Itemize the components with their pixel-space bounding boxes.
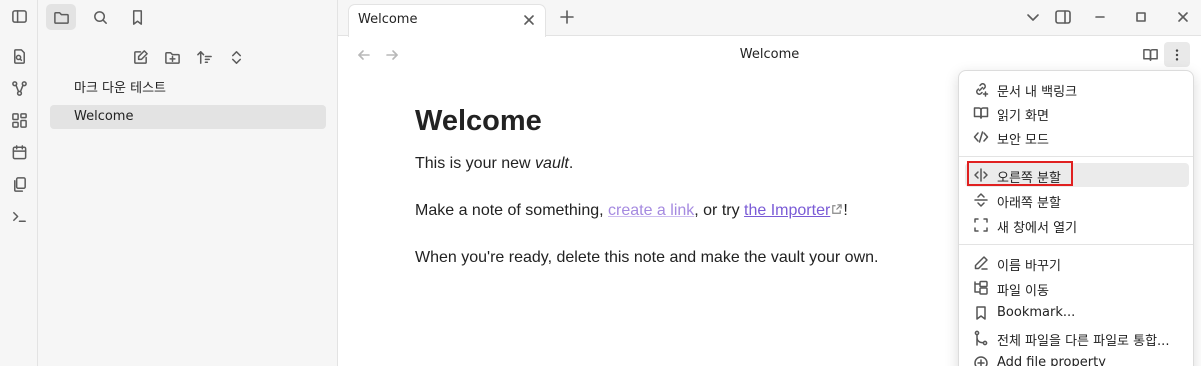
menu-item-split-down[interactable]: 아래쪽 분할 <box>965 188 1189 212</box>
view-title[interactable]: Welcome <box>338 47 1201 62</box>
menu-item-rename[interactable]: 이름 바꾸기 <box>965 251 1189 275</box>
view-header: Welcome <box>338 37 1201 71</box>
maximize-icon[interactable] <box>1132 8 1150 26</box>
new-note-icon <box>133 49 148 64</box>
tab-welcome[interactable]: Welcome <box>348 4 546 37</box>
new-note-button[interactable] <box>128 45 152 69</box>
menu-item-backlinks[interactable]: 문서 내 백링크 <box>965 77 1189 101</box>
menu-item-open-new-window[interactable]: 새 창에서 열기 <box>965 213 1189 237</box>
menu-item-bookmark[interactable]: Bookmark... <box>965 301 1189 325</box>
minimize-icon[interactable] <box>1091 8 1109 26</box>
files-tab-button[interactable] <box>46 4 76 30</box>
new-tab-icon[interactable] <box>558 8 576 26</box>
chevrons-up-down-icon <box>231 50 241 64</box>
menu-item-label: 전체 파일을 다른 파일로 통합... <box>997 334 1170 349</box>
backlinks-icon <box>973 81 989 97</box>
menu-item-label: Add file property <box>997 355 1106 366</box>
merge-icon <box>973 330 989 346</box>
move-file-icon <box>973 280 989 296</box>
tab-title: Welcome <box>358 12 418 27</box>
open-quick-switcher-icon[interactable] <box>7 44 31 68</box>
search-tab-button[interactable] <box>85 4 115 30</box>
book-open-icon[interactable] <box>1142 46 1159 63</box>
sort-icon <box>196 50 212 64</box>
file-explorer-panel: 마크 다운 테스트 Welcome <box>38 0 338 366</box>
emphasis-text: vault <box>535 155 569 172</box>
paragraph-text: ! <box>843 202 848 219</box>
file-explorer-actions <box>38 44 338 70</box>
book-open-icon <box>973 105 989 121</box>
menu-item-reading-view[interactable]: 읽기 화면 <box>965 101 1189 125</box>
window-close-icon[interactable] <box>1174 8 1192 26</box>
external-link-icon <box>832 204 843 214</box>
folder-icon <box>53 11 69 24</box>
graph-view-icon[interactable] <box>7 76 31 100</box>
search-icon <box>93 10 107 24</box>
paragraph-text: , or try <box>694 202 745 219</box>
external-link[interactable]: the Importer <box>744 202 830 219</box>
internal-link[interactable]: create a link <box>608 202 694 219</box>
menu-separator <box>959 244 1193 245</box>
more-vertical-icon <box>1175 48 1179 61</box>
menu-item-label: 문서 내 백링크 <box>997 85 1078 100</box>
menu-item-label: 파일 이동 <box>997 284 1049 299</box>
note-content: Welcome This is your new vault. Make a n… <box>415 105 935 295</box>
tab-list-chevron-icon[interactable] <box>1024 8 1042 26</box>
collapse-all-button[interactable] <box>224 45 248 69</box>
note-paragraph-3: When you're ready, delete this note and … <box>415 249 879 266</box>
menu-separator <box>959 156 1193 157</box>
open-window-icon <box>973 217 989 233</box>
sidebar-tab-header <box>38 0 338 34</box>
note-paragraph-2: Make a note of something, create a link,… <box>415 201 935 221</box>
menu-item-label: Bookmark... <box>997 305 1076 320</box>
note-heading: Welcome <box>415 105 542 137</box>
paragraph-text: . <box>568 155 574 172</box>
menu-item-source-mode[interactable]: 보안 모드 <box>965 125 1189 149</box>
templates-icon[interactable] <box>7 172 31 196</box>
split-down-icon <box>973 192 989 208</box>
new-folder-icon <box>164 51 180 64</box>
bookmarks-tab-button[interactable] <box>122 4 152 30</box>
add-property-icon <box>973 355 989 366</box>
more-options-menu: 문서 내 백링크 읽기 화면 보안 모드 오른쪽 분할 아래쪽 분할 새 창에서… <box>958 70 1194 366</box>
tab-bar: Welcome <box>338 0 1201 37</box>
menu-item-label: 이름 바꾸기 <box>997 259 1061 274</box>
note-paragraph-1: This is your new vault. <box>415 154 935 174</box>
menu-item-label: 아래쪽 분할 <box>997 196 1061 211</box>
new-folder-button[interactable] <box>160 45 184 69</box>
bookmark-icon <box>132 9 142 25</box>
right-sidebar-toggle-icon[interactable] <box>1054 8 1072 26</box>
tree-item-markdown-test[interactable]: 마크 다운 테스트 <box>50 77 326 101</box>
menu-item-label: 읽기 화면 <box>997 109 1049 124</box>
canvas-icon[interactable] <box>7 108 31 132</box>
menu-item-label: 보안 모드 <box>997 133 1049 148</box>
command-palette-icon[interactable] <box>7 204 31 228</box>
menu-item-merge[interactable]: 전체 파일을 다른 파일로 통합... <box>965 326 1189 350</box>
menu-item-move-file[interactable]: 파일 이동 <box>965 276 1189 300</box>
bookmark-icon <box>973 305 989 321</box>
close-icon[interactable] <box>521 12 537 28</box>
code-icon <box>973 129 989 145</box>
menu-item-add-property[interactable]: Add file property <box>965 351 1189 366</box>
sidebar-toggle-icon[interactable] <box>7 4 31 28</box>
pencil-icon <box>973 255 989 271</box>
paragraph-text: Make a note of something, <box>415 202 608 219</box>
left-ribbon <box>0 0 38 366</box>
paragraph-text: This is your new <box>415 155 536 172</box>
highlight-annotation-box <box>967 161 1073 186</box>
more-options-button[interactable] <box>1164 42 1190 67</box>
tree-item-welcome[interactable]: Welcome <box>50 105 326 129</box>
daily-note-icon[interactable] <box>7 140 31 164</box>
menu-item-label: 새 창에서 열기 <box>997 221 1078 236</box>
sort-order-button[interactable] <box>192 45 216 69</box>
